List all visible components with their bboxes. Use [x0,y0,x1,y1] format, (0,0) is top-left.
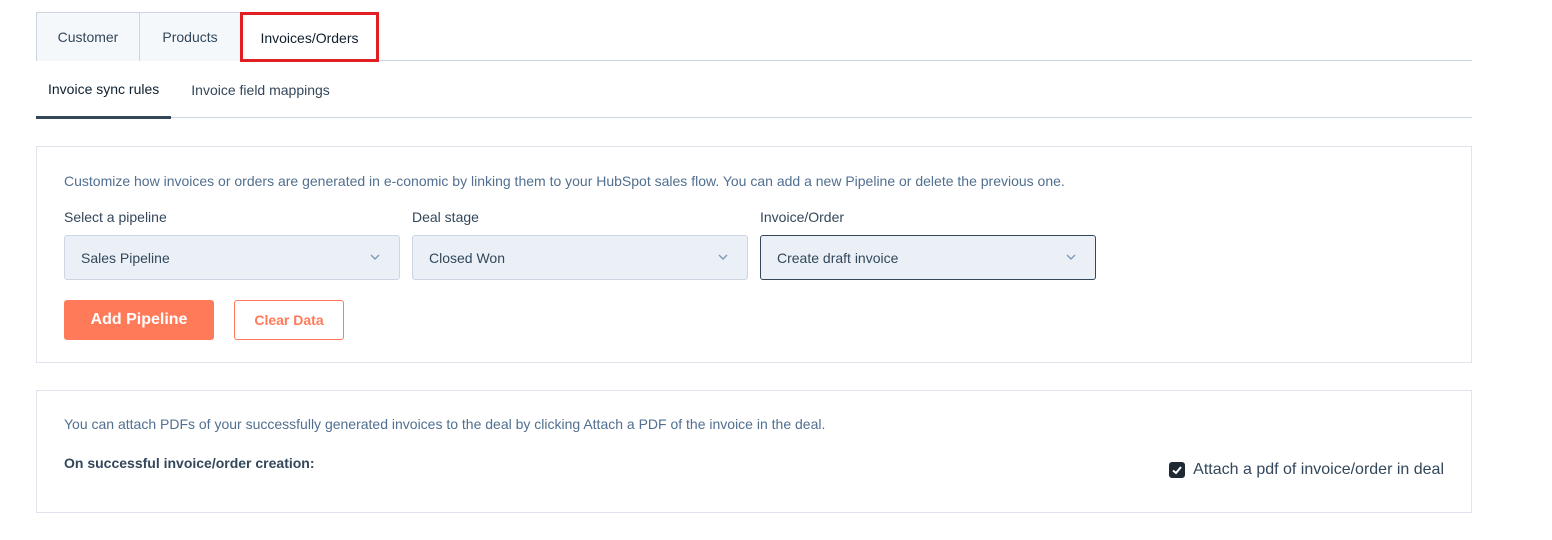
deal-stage-label: Deal stage [412,209,479,225]
attach-pdf-checkbox[interactable] [1169,462,1186,478]
pipeline-select[interactable]: Sales Pipeline [64,235,400,280]
tab-customer[interactable]: Customer [36,12,140,61]
deal-stage-value: Closed Won [429,249,506,266]
tab-products[interactable]: Products [139,12,241,61]
sync-rules-card: Customize how invoices or orders are gen… [36,146,1472,363]
pipeline-value: Sales Pipeline [81,249,170,266]
tab-invoices-orders[interactable]: Invoices/Orders [240,12,379,62]
attach-pdf-toggle[interactable]: Attach a pdf of invoice/order in deal [1169,461,1444,479]
sync-rules-description: Customize how invoices or orders are gen… [64,173,1065,189]
attach-pdf-card: You can attach PDFs of your successfully… [36,390,1472,513]
attach-description: You can attach PDFs of your successfully… [64,416,826,432]
add-pipeline-button[interactable]: Add Pipeline [64,300,214,340]
settings-panel: Customer Products Invoices/Orders Invoic… [36,12,1472,119]
on-success-label: On successful invoice/order creation: [64,455,315,471]
subtab-invoice-sync-rules[interactable]: Invoice sync rules [36,61,172,119]
chevron-down-icon [1066,254,1076,260]
sub-tabs: Invoice sync rules Invoice field mapping… [36,61,1472,119]
subtab-invoice-field-mappings[interactable]: Invoice field mappings [171,61,342,118]
invoice-order-label: Invoice/Order [760,209,845,225]
pipeline-label: Select a pipeline [64,209,167,225]
chevron-down-icon [718,254,728,260]
deal-stage-select[interactable]: Closed Won [412,235,748,280]
clear-data-button[interactable]: Clear Data [234,300,344,340]
invoice-order-select[interactable]: Create draft invoice [760,235,1096,280]
attach-pdf-label: Attach a pdf of invoice/order in deal [1193,461,1444,478]
chevron-down-icon [370,254,380,260]
invoice-order-value: Create draft invoice [777,249,899,266]
main-tabs: Customer Products Invoices/Orders [36,12,1472,62]
checkmark-icon [1172,466,1182,475]
